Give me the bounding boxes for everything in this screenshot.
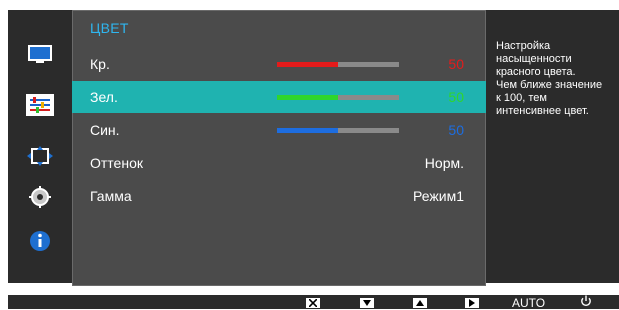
tint-value: Норм. xyxy=(424,155,464,171)
power-key-icon[interactable] xyxy=(580,295,592,310)
blue-value: 50 xyxy=(448,122,464,138)
help-panel: Настройка насыщенности красного цвета. Ч… xyxy=(486,10,619,283)
row-label: Оттенок xyxy=(90,155,143,171)
right-key-icon[interactable] xyxy=(465,298,479,308)
menu-row-tint[interactable]: Оттенок Норм. xyxy=(72,147,486,179)
auto-key-label[interactable]: AUTO xyxy=(512,296,545,310)
row-label: Гамма xyxy=(90,188,132,204)
menu-row-red[interactable]: Кр. 50 xyxy=(72,48,486,80)
menu-row-gamma[interactable]: Гамма Режим1 xyxy=(72,180,486,212)
row-label: Зел. xyxy=(90,89,118,105)
blue-slider-fill xyxy=(277,128,338,133)
red-value: 50 xyxy=(448,56,464,72)
red-slider-fill xyxy=(277,62,338,67)
menu-title: ЦВЕТ xyxy=(90,20,129,36)
info-icon[interactable] xyxy=(25,226,55,256)
close-key-icon[interactable] xyxy=(306,298,320,308)
menu-row-green[interactable]: Зел. 50 xyxy=(72,81,486,113)
row-label: Син. xyxy=(90,122,120,138)
help-text: Настройка насыщенности красного цвета. Ч… xyxy=(496,40,603,117)
bottom-key-bar: AUTO xyxy=(8,295,619,310)
position-size-icon[interactable] xyxy=(25,141,55,171)
green-slider-fill xyxy=(277,95,338,100)
settings-gear-icon[interactable] xyxy=(25,182,55,212)
blue-slider[interactable] xyxy=(277,128,399,133)
picture-icon[interactable] xyxy=(25,40,55,70)
color-menu-panel: ЦВЕТ Кр. 50 Зел. 50 Син. 50 Оттенок Норм… xyxy=(72,10,486,286)
up-key-icon[interactable] xyxy=(413,298,427,308)
down-key-icon[interactable] xyxy=(360,298,374,308)
menu-row-blue[interactable]: Син. 50 xyxy=(72,114,486,146)
green-slider[interactable] xyxy=(277,95,399,100)
color-adjust-icon[interactable] xyxy=(26,94,54,116)
green-value: 50 xyxy=(448,89,464,105)
red-slider[interactable] xyxy=(277,62,399,67)
row-label: Кр. xyxy=(90,56,110,72)
sidebar xyxy=(8,10,72,283)
gamma-value: Режим1 xyxy=(413,188,464,204)
